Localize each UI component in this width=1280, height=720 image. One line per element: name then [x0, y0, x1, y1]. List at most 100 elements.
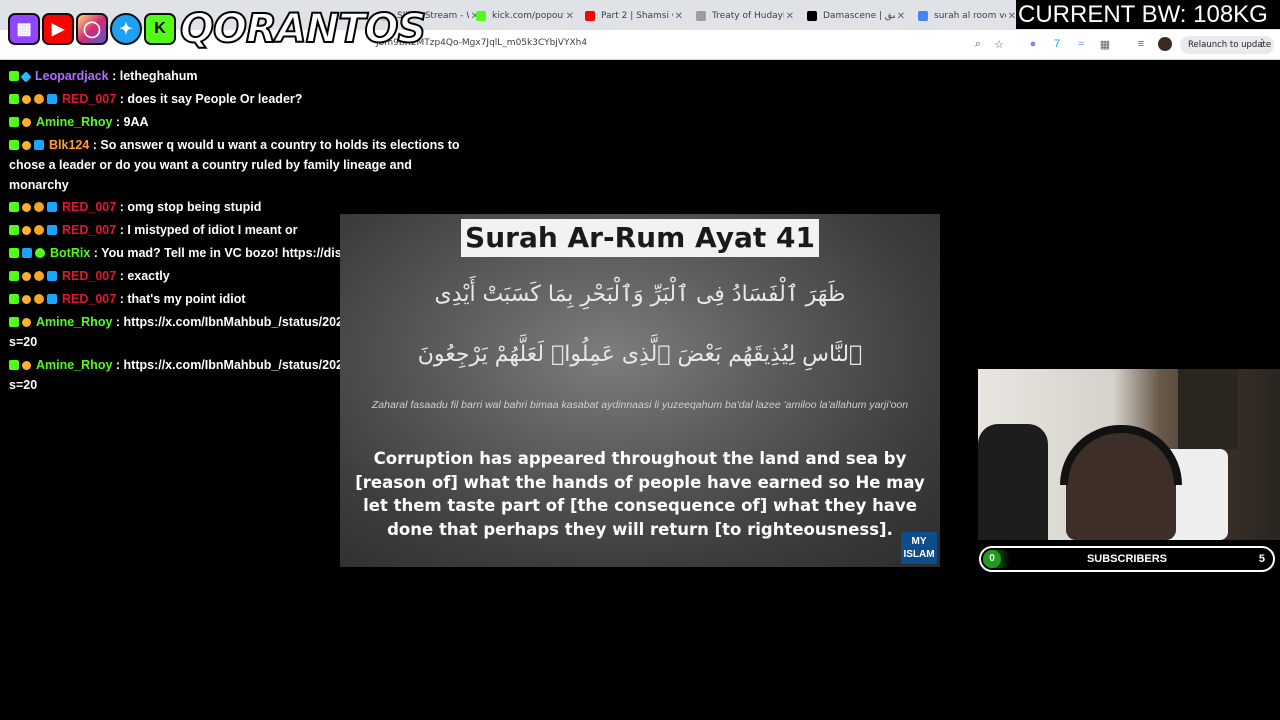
coin-badge-icon	[34, 94, 44, 104]
chat-username[interactable]: RED_007	[62, 200, 116, 214]
chat-text: : exactly	[119, 269, 170, 283]
bandwidth-readout: CURRENT BW: 108KG	[1018, 1, 1268, 28]
webcam-background-door	[1178, 369, 1238, 449]
subscriber-goal-bar: 0 SUBSCRIBERS 5	[979, 546, 1275, 572]
chat-username[interactable]: Amine_Rhoy	[36, 115, 112, 129]
chat-text: : I mistyped of idiot I meant or	[119, 223, 298, 237]
chat-message: RED_007 : does it say People Or leader?	[9, 89, 469, 109]
video-title: Surah Ar-Rum Ayat 41	[465, 221, 815, 254]
chat-username[interactable]: Amine_Rhoy	[36, 315, 112, 329]
chat-text: : that's my point idiot	[119, 292, 246, 306]
tab-title: Damascene | ﺩﻣﺸﻖ	[823, 11, 895, 21]
video-player[interactable]: Surah Ar-Rum Ayat 41 ظَهَرَ ٱلْفَسَادُ ف…	[340, 214, 940, 567]
subscriber-goal: 5	[1258, 553, 1265, 565]
gift-badge-icon	[47, 94, 57, 104]
browser-tab[interactable]: Treaty of Hudayb ✕	[690, 5, 798, 27]
sword-badge-icon	[22, 272, 31, 281]
twitch-icon: ▩	[8, 13, 40, 45]
kick-badge-icon	[9, 248, 19, 258]
webcam-feed	[978, 369, 1280, 540]
youtube-icon: ▶	[42, 13, 74, 45]
bot-badge-icon	[22, 248, 32, 258]
relaunch-button[interactable]: Relaunch to update ⋮	[1180, 36, 1274, 54]
tab-favicon-icon	[918, 11, 928, 21]
chat-message: Amine_Rhoy : 9AA	[9, 112, 469, 132]
extension-3-icon[interactable]: ≈	[1073, 36, 1089, 52]
browser-tab[interactable]: Damascene | ﺩﻣﺸﻖ✕	[801, 5, 909, 27]
cube-badge-icon	[20, 71, 32, 83]
sword-badge-icon	[22, 361, 31, 370]
kick-badge-icon	[9, 225, 19, 235]
kick-badge-icon	[9, 202, 19, 212]
tab-close-icon[interactable]: ✕	[786, 11, 794, 22]
instagram-icon: ◯	[76, 13, 108, 45]
sword-badge-icon	[22, 203, 31, 212]
arabic-verse-line-2: ٱلنَّاسِ لِيُذِيقَهُم بَعْضَ ٱلَّذِى عَم…	[417, 342, 863, 367]
tab-close-icon[interactable]: ✕	[675, 11, 683, 22]
translation: Corruption has appeared throughout the l…	[355, 449, 925, 539]
kick-badge-icon	[9, 94, 19, 104]
coin-badge-icon	[34, 202, 44, 212]
profile-avatar[interactable]	[1158, 37, 1172, 51]
kick-badge-icon	[9, 271, 19, 281]
tab-favicon-icon	[807, 11, 817, 21]
chat-username[interactable]: Leopardjack	[35, 69, 109, 83]
sword-badge-icon	[22, 226, 31, 235]
channel-name: QORANTOS	[179, 5, 427, 53]
sword-badge-icon	[22, 95, 31, 104]
chat-username[interactable]: RED_007	[62, 269, 116, 283]
tab-close-icon[interactable]: ✕	[566, 11, 574, 22]
extension-2-icon[interactable]: 7	[1049, 36, 1065, 52]
zoom-icon[interactable]: ⌕	[970, 36, 986, 52]
browser-tab[interactable]: kick.com/popout ✕	[470, 5, 578, 27]
chat-username[interactable]: RED_007	[62, 292, 116, 306]
tab-close-icon[interactable]: ✕	[897, 11, 905, 22]
sword-badge-icon	[22, 118, 31, 127]
tab-title: kick.com/popout	[492, 11, 564, 21]
social-overlay: ▩ ▶ ◯ ✦ K QORANTOS	[8, 5, 427, 53]
coin-badge-icon	[34, 271, 44, 281]
gift-badge-icon	[34, 140, 44, 150]
chat-username[interactable]: Blk124	[49, 138, 89, 152]
chat-username[interactable]: RED_007	[62, 92, 116, 106]
kick-badge-icon	[9, 71, 19, 81]
kick-badge-icon	[9, 294, 19, 304]
chat-text: : does it say People Or leader?	[119, 92, 303, 106]
chat-message: Leopardjack : letheghahum	[9, 66, 469, 86]
kick-badge-icon	[9, 317, 19, 327]
browser-tab[interactable]: Part 2 | Shamsi C ✕	[579, 5, 687, 27]
extension-icon[interactable]: ●	[1025, 36, 1041, 52]
twitter-icon: ✦	[110, 13, 142, 45]
tab-close-icon[interactable]: ✕	[1008, 11, 1016, 22]
tab-favicon-icon	[476, 11, 486, 21]
subscriber-label: SUBSCRIBERS	[1086, 553, 1168, 565]
bookmark-star-icon[interactable]: ☆	[991, 36, 1007, 52]
sword-badge-icon	[22, 141, 31, 150]
tab-title: surah al room ver	[934, 11, 1006, 21]
webcam-chair	[978, 424, 1048, 540]
chat-username[interactable]: BotRix	[50, 246, 90, 260]
chat-message: Blk124 : So answer q would u want a coun…	[9, 135, 469, 195]
chat-username[interactable]: RED_007	[62, 223, 116, 237]
headset-icon	[1060, 425, 1182, 485]
sword-badge-icon	[22, 318, 31, 327]
tab-favicon-icon	[585, 11, 595, 21]
verified-badge-icon	[35, 248, 45, 258]
chat-text: : letheghahum	[112, 69, 198, 83]
transliteration: Zaharal fasaadu fil barri wal bahri bima…	[371, 399, 909, 411]
gift-badge-icon	[47, 225, 57, 235]
kick-icon: K	[144, 13, 176, 45]
chat-text: : omg stop being stupid	[119, 200, 262, 214]
kick-badge-icon	[9, 140, 19, 150]
chat-text: : 9AA	[115, 115, 149, 129]
browser-tab[interactable]: surah al room ver ✕	[912, 5, 1020, 27]
extensions-puzzle-icon[interactable]: ▦	[1097, 36, 1113, 52]
coin-badge-icon	[34, 294, 44, 304]
sword-badge-icon	[22, 295, 31, 304]
kebab-menu-icon[interactable]: ⋮	[1257, 38, 1267, 49]
media-control-icon[interactable]: ≡	[1133, 36, 1149, 52]
kick-badge-icon	[9, 117, 19, 127]
tab-title: Part 2 | Shamsi C	[601, 11, 673, 21]
arabic-verse-line-1: ظَهَرَ ٱلْفَسَادُ فِى ٱلْبَرِّ وَٱلْبَحْ…	[434, 282, 846, 307]
chat-username[interactable]: Amine_Rhoy	[36, 358, 112, 372]
